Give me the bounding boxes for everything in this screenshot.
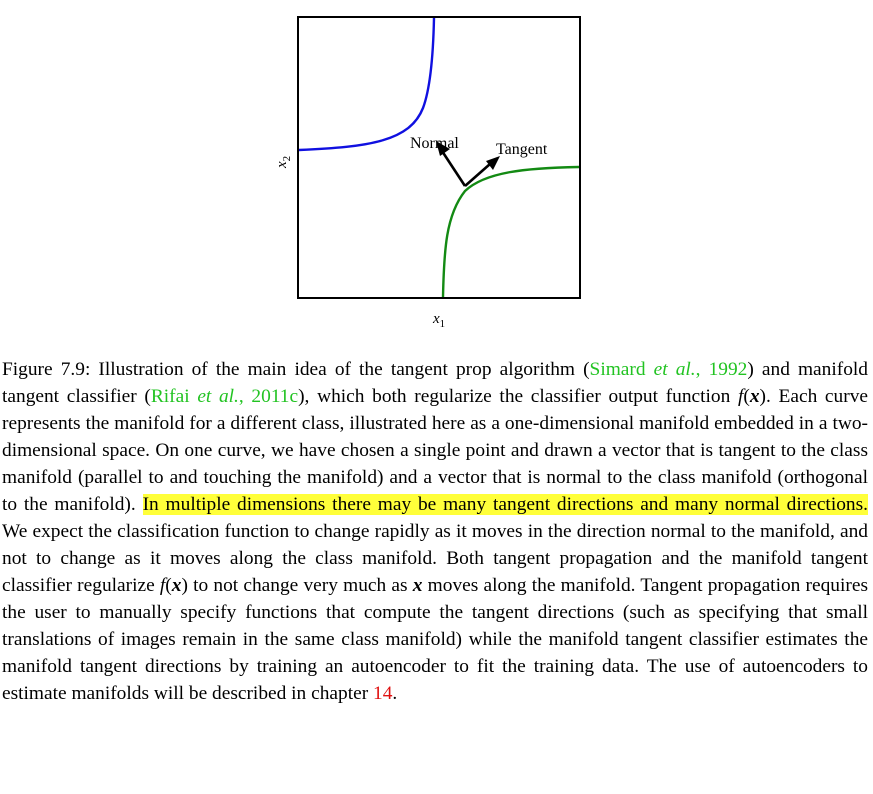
tangent-arrowhead xyxy=(486,156,500,170)
highlighted-sentence: In multiple dimensions there may be many… xyxy=(142,494,868,515)
x-axis-label-sub: 1 xyxy=(440,318,446,330)
normal-vector-arrow xyxy=(440,150,467,187)
tangent-label: Tangent xyxy=(496,141,548,158)
y-axis-label: x2 xyxy=(274,156,293,169)
caption-text-8: . xyxy=(392,683,398,704)
citation-rifai-year: 2011c xyxy=(251,386,299,407)
chapter-reference-link[interactable]: 14 xyxy=(373,683,392,704)
green-manifold-curve xyxy=(441,165,580,298)
figure-caption: Figure 7.9: Illustration of the main ide… xyxy=(2,356,868,707)
citation-rifai-sep: , xyxy=(238,386,252,407)
caption-text-3: ), which both regularize the classifier … xyxy=(298,386,738,407)
citation-simard-author: Simard xyxy=(589,359,654,380)
citation-simard[interactable]: Simard et al., 1992 xyxy=(590,359,748,380)
citation-rifai-etal: et al. xyxy=(197,386,239,407)
caption-text-1: Illustration of the main idea of the tan… xyxy=(90,359,590,380)
figure-tangent-prop: Normal Tangent x1 x2 xyxy=(260,10,600,330)
x-axis-label: x1 xyxy=(432,311,445,330)
y-axis-label-sub: 2 xyxy=(281,156,293,162)
math-x-3: x xyxy=(412,575,423,596)
citation-simard-etal: et al. xyxy=(653,359,696,380)
figure-canvas: Normal Tangent x1 x2 xyxy=(274,16,581,330)
citation-rifai-author: Rifai xyxy=(150,386,198,407)
math-x-2: x xyxy=(171,575,182,596)
caption-text-6: to not change very much as xyxy=(187,575,413,596)
math-x-1: x xyxy=(749,386,760,407)
normal-label: Normal xyxy=(410,135,459,152)
citation-simard-year: 1992 xyxy=(708,359,748,380)
figure-number: Figure 7.9: xyxy=(2,359,91,380)
citation-simard-sep: , xyxy=(695,359,709,380)
blue-manifold-curve xyxy=(298,17,436,152)
citation-rifai[interactable]: Rifai et al., 2011c xyxy=(151,386,298,407)
